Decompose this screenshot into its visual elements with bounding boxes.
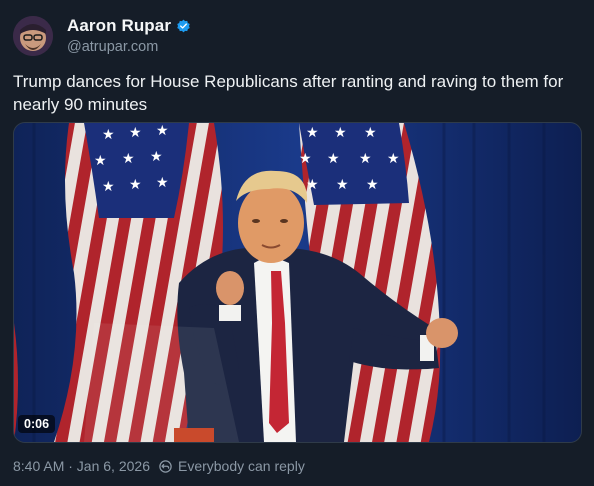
svg-text:★: ★ [129, 176, 142, 192]
svg-text:★: ★ [364, 124, 377, 140]
post-meta: 8:40 AM · Jan 6, 2026 Everybody can repl… [13, 458, 305, 474]
video-frame: ★ ★ ★ ★ ★ ★ ★ ★ ★ ★ ★ ★ ★ ★ ★ ★ ★ ★ ★ [14, 123, 581, 442]
video-duration-badge: 0:06 [18, 415, 56, 433]
video-player[interactable]: ★ ★ ★ ★ ★ ★ ★ ★ ★ ★ ★ ★ ★ ★ ★ ★ ★ ★ ★ [13, 122, 582, 443]
svg-text:★: ★ [299, 150, 312, 166]
avatar-image [13, 16, 53, 56]
author-name[interactable]: Aaron Rupar [67, 16, 171, 36]
svg-text:★: ★ [306, 176, 319, 192]
svg-text:★: ★ [327, 150, 340, 166]
reply-permission-label: Everybody can reply [177, 458, 305, 474]
svg-text:★: ★ [94, 152, 107, 168]
avatar[interactable] [13, 16, 53, 56]
svg-text:★: ★ [150, 148, 163, 164]
post-text: Trump dances for House Republicans after… [13, 72, 564, 114]
svg-text:★: ★ [359, 150, 372, 166]
author-handle[interactable]: @atrupar.com [67, 39, 158, 55]
verified-badge-icon [176, 19, 191, 34]
svg-text:★: ★ [102, 178, 115, 194]
svg-text:★: ★ [156, 174, 169, 190]
reply-permission-icon [158, 459, 173, 474]
svg-text:★: ★ [387, 150, 400, 166]
post-card: Aaron Rupar @atrupar.com Trump dances fo… [0, 0, 594, 486]
svg-text:★: ★ [156, 123, 169, 138]
svg-text:★: ★ [306, 124, 319, 140]
post-datetime[interactable]: 8:40 AM · Jan 6, 2026 [13, 458, 150, 474]
svg-text:★: ★ [122, 150, 135, 166]
svg-text:★: ★ [129, 124, 142, 140]
svg-text:★: ★ [334, 124, 347, 140]
svg-text:★: ★ [366, 176, 379, 192]
author-name-row[interactable]: Aaron Rupar [67, 16, 191, 36]
svg-text:★: ★ [336, 176, 349, 192]
svg-text:★: ★ [102, 126, 115, 142]
